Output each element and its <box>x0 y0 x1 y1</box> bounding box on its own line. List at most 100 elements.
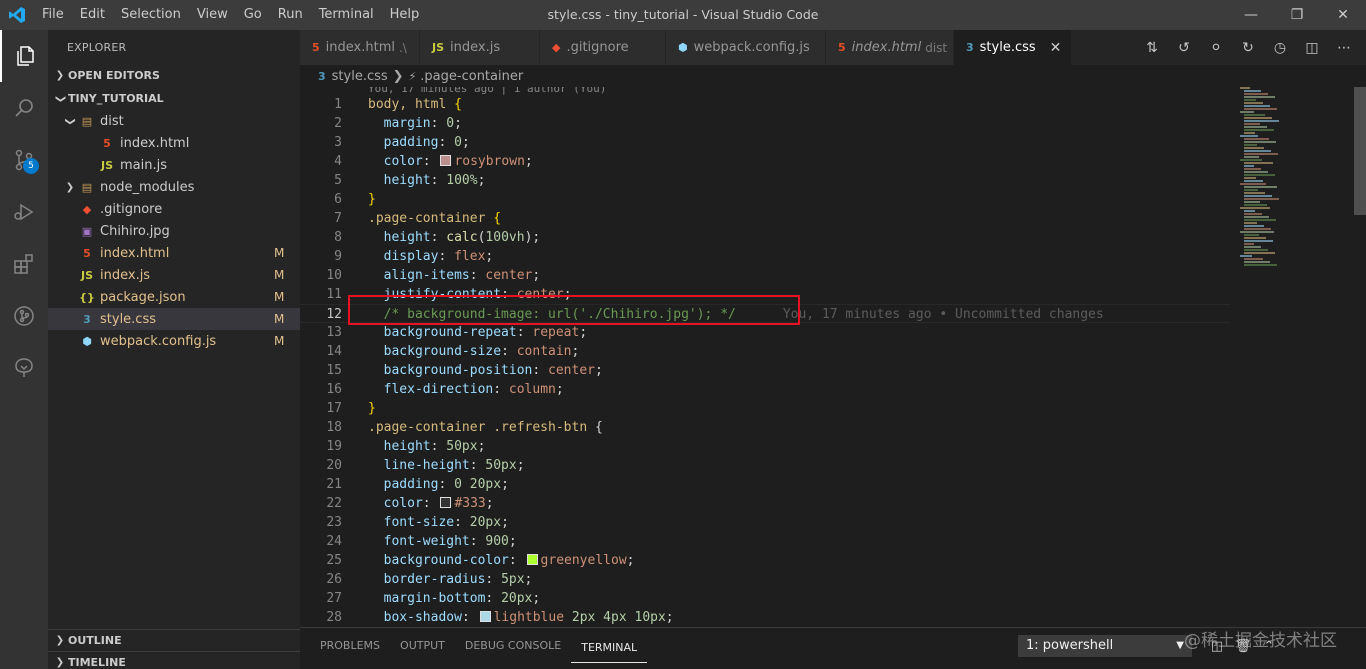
tab-webpack-config-js[interactable]: ⬢ webpack.config.js <box>666 30 826 65</box>
code-line: 20 line-height: 50px; <box>300 456 1230 475</box>
go-back-icon[interactable]: ↺ <box>1168 30 1200 65</box>
tree-item[interactable]: 5 index.html M <box>48 242 300 264</box>
commit-icon[interactable]: ⚪ <box>1200 30 1232 65</box>
codelens-blame[interactable]: You, 17 minutes ago | 1 author (You) <box>368 87 606 95</box>
tree-item[interactable]: ⬢ webpack.config.js M <box>48 330 300 352</box>
tab-index-js[interactable]: JS index.js <box>420 30 540 65</box>
tree-item[interactable]: 3 style.css M <box>48 308 300 330</box>
scrollbar-thumb[interactable] <box>1354 87 1366 215</box>
minimap-line <box>1244 162 1273 164</box>
restore-icon[interactable]: ❐ <box>1274 0 1320 30</box>
panel-tab-problems[interactable]: PROBLEMS <box>310 628 390 663</box>
minimap[interactable] <box>1232 87 1352 267</box>
outline-section[interactable]: ❯ OUTLINE <box>48 629 300 652</box>
css-file-icon: 3 <box>83 312 91 326</box>
tree-item[interactable]: 5 index.html <box>48 132 300 154</box>
line-number: 15 <box>326 363 342 378</box>
minimap-line <box>1240 207 1270 209</box>
close-window-icon[interactable]: ✕ <box>1320 0 1366 30</box>
color-swatch[interactable] <box>479 611 491 622</box>
panel-tab-output[interactable]: OUTPUT <box>390 628 455 663</box>
tab-index-html[interactable]: 5 index.html .\ <box>300 30 420 65</box>
activity-run-debug[interactable] <box>0 186 48 238</box>
line-number: 8 <box>334 230 342 245</box>
go-forward-icon[interactable]: ↻ <box>1232 30 1264 65</box>
git-status-badge: M <box>274 246 285 260</box>
tree-item[interactable]: ◆ .gitignore <box>48 198 300 220</box>
panel-tab-terminal[interactable]: TERMINAL <box>571 633 648 663</box>
code-text: .page-container { <box>368 211 502 226</box>
menu-edit[interactable]: Edit <box>72 0 113 30</box>
minimap-line <box>1244 153 1278 155</box>
tree-item[interactable]: ❯ ▤ node_modules <box>48 176 300 198</box>
tab-style-css[interactable]: 3 style.css ✕ <box>954 30 1072 65</box>
line-number: 26 <box>326 572 342 587</box>
code-text: color: rosybrown; <box>383 154 533 169</box>
line-number: 27 <box>326 591 342 606</box>
file-tree: ❯ ▤ dist 5 index.html JS main.js ❯ ▤ node_modules… <box>48 110 300 352</box>
tree-item[interactable]: JS index.js M <box>48 264 300 286</box>
code-text: color: #333; <box>383 496 494 511</box>
activity-bar: 5 <box>0 30 48 669</box>
breadcrumb-file[interactable]: style.css <box>332 69 388 84</box>
minimap-line <box>1244 264 1277 266</box>
timeline-icon[interactable]: ◷ <box>1264 30 1296 65</box>
menu-selection[interactable]: Selection <box>113 0 189 30</box>
debug-icon <box>14 203 34 221</box>
editor-scrollbar[interactable] <box>1354 87 1366 627</box>
code-text: } <box>368 192 376 207</box>
tree-icon <box>15 358 33 377</box>
line-number: 17 <box>326 401 342 416</box>
timeline-section[interactable]: ❯ TIMELINE <box>48 651 300 669</box>
code-line: 27 margin-bottom: 20px; <box>300 589 1230 608</box>
minimize-icon[interactable]: — <box>1228 0 1274 30</box>
activity-extensions[interactable] <box>0 238 48 290</box>
code-text: padding: 0 20px; <box>383 477 509 492</box>
tree-item[interactable]: ❯ ▤ dist <box>48 110 300 132</box>
code-line: 10 align-items: center; <box>300 266 1230 285</box>
color-swatch[interactable] <box>526 554 538 565</box>
minimap-line <box>1244 114 1265 116</box>
git-graph-icon <box>14 306 34 326</box>
menu-run[interactable]: Run <box>270 0 311 30</box>
line-number: 2 <box>334 116 342 131</box>
split-editor-icon[interactable]: ◫ <box>1296 30 1328 65</box>
color-swatch[interactable] <box>440 497 452 508</box>
menu-help[interactable]: Help <box>382 0 428 30</box>
minimap-line <box>1244 249 1268 251</box>
menu-terminal[interactable]: Terminal <box>311 0 382 30</box>
panel-tab-debug-console[interactable]: DEBUG CONSOLE <box>455 628 571 663</box>
terminal-select[interactable]: 1: powershell ▼ <box>1018 635 1192 657</box>
code-editor[interactable]: You, 17 minutes ago | 1 author (You) 1 bo… <box>300 87 1366 627</box>
code-line: 2 margin: 0; <box>300 114 1230 133</box>
close-icon[interactable]: ✕ <box>1050 40 1062 56</box>
color-swatch[interactable] <box>440 155 452 166</box>
window-controls: — ❐ ✕ <box>1228 0 1366 30</box>
code-line: 24 font-weight: 900; <box>300 532 1230 551</box>
menu-go[interactable]: Go <box>236 0 270 30</box>
breadcrumb-symbol[interactable]: .page-container <box>420 69 523 84</box>
menu-view[interactable]: View <box>189 0 236 30</box>
activity-search[interactable] <box>0 82 48 134</box>
tree-item[interactable]: ▣ Chihiro.jpg <box>48 220 300 242</box>
tab-index-html[interactable]: 5 index.html dist <box>826 30 954 65</box>
tab--gitignore[interactable]: ◆ .gitignore <box>540 30 666 65</box>
activity-source-control[interactable]: 5 <box>0 134 48 186</box>
code-text: display: flex; <box>383 249 494 264</box>
minimap-line <box>1244 210 1255 212</box>
tree-item[interactable]: {} package.json M <box>48 286 300 308</box>
activity-explorer[interactable] <box>0 30 48 82</box>
project-section[interactable]: ❯ TINY_TUTORIAL <box>48 88 300 110</box>
code-line: 5 height: 100%; <box>300 171 1230 190</box>
code-line: 7 .page-container { <box>300 209 1230 228</box>
minimap-line <box>1244 225 1264 227</box>
css-file-icon: 3 <box>318 69 326 83</box>
tree-item[interactable]: JS main.js <box>48 154 300 176</box>
open-editors-section[interactable]: ❯ OPEN EDITORS <box>48 65 300 87</box>
open-changes-icon[interactable]: ⇅ <box>1136 30 1168 65</box>
menu-file[interactable]: File <box>34 0 72 30</box>
activity-git-graph[interactable] <box>0 290 48 342</box>
activity-remote[interactable] <box>0 342 48 394</box>
minimap-line <box>1244 222 1257 224</box>
more-actions-icon[interactable]: ⋯ <box>1328 30 1360 65</box>
